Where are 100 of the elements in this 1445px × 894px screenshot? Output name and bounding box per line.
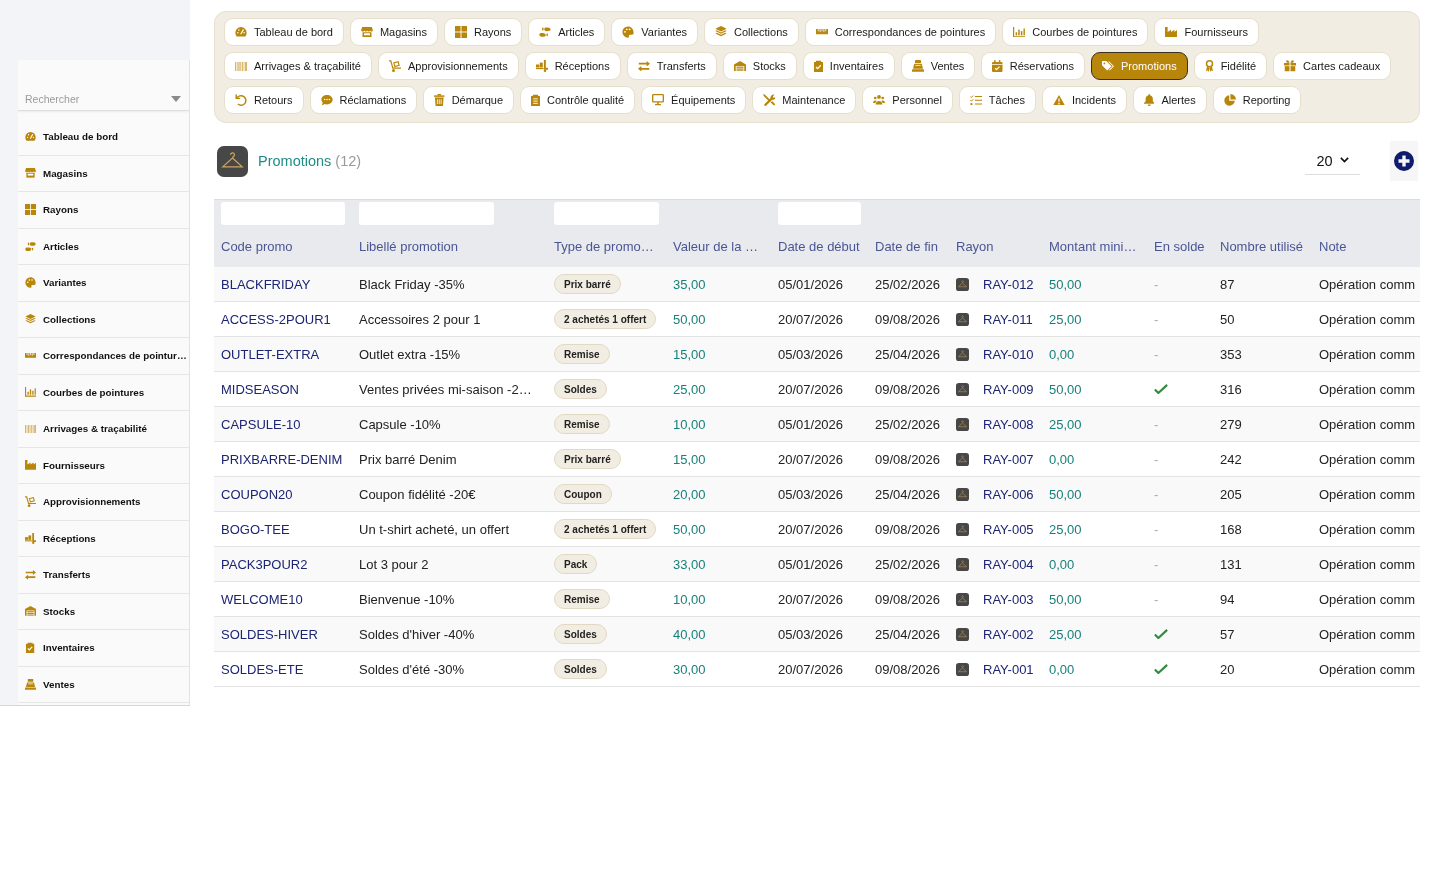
nav-tab[interactable]: Réceptions (524, 52, 621, 80)
table-cell: 25,00 (1049, 416, 1082, 432)
column-header[interactable]: Nombre utilisé (1220, 239, 1304, 254)
nav-tab[interactable]: Cartes cadeaux (1273, 52, 1392, 80)
rayon-link[interactable]: RAY-003 (983, 591, 1034, 607)
rayon-link[interactable]: RAY-006 (983, 486, 1034, 502)
add-button[interactable] (1390, 141, 1418, 181)
sidebar-item[interactable]: Rayons (18, 192, 189, 229)
promo-code-link[interactable]: CAPSULE-10 (221, 416, 301, 432)
sidebar-item[interactable]: Correspondances de pointur… (18, 338, 189, 375)
table-cell: Coupon fidélité -20€ (359, 486, 476, 502)
column-header[interactable]: En solde (1154, 239, 1205, 254)
nav-tab[interactable]: Courbes de pointures (1002, 18, 1149, 46)
column-header[interactable]: Libellé promotion (359, 239, 458, 254)
bar-chart-icon (25, 387, 36, 398)
nav-tab[interactable]: Variantes (611, 18, 698, 46)
sidebar-item[interactable]: Réceptions (18, 520, 189, 557)
gift-icon (1284, 60, 1297, 72)
page-size-select[interactable]: 20 (1305, 147, 1360, 175)
table-cell: 05/03/2026 (778, 346, 844, 362)
nav-tab[interactable]: Magasins (349, 18, 438, 46)
table-cell: 25/04/2026 (875, 346, 941, 362)
nav-tab[interactable]: Alertes (1132, 86, 1207, 114)
column-header[interactable]: Code promo (221, 239, 293, 254)
nav-tab[interactable]: Fidélité (1193, 52, 1268, 80)
nav-tab[interactable]: Tableau de bord (224, 18, 344, 46)
nav-tab[interactable]: Démarque (423, 86, 515, 114)
nav-tab[interactable]: Arrivages & traçabilité (224, 52, 372, 80)
table-cell: 25/04/2026 (875, 626, 941, 642)
nav-tab[interactable]: Personnel (862, 86, 953, 114)
nav-tab[interactable]: Correspondances de pointures (804, 18, 997, 46)
sidebar-item[interactable]: Tableau de bord (18, 119, 189, 156)
nav-tab[interactable]: Approvisionnements (378, 52, 519, 80)
nav-tab[interactable]: Transferts (626, 52, 717, 80)
rayon-link[interactable]: RAY-012 (983, 276, 1034, 292)
sidebar-item[interactable]: Magasins (18, 155, 189, 192)
rayon-link[interactable]: RAY-009 (983, 381, 1034, 397)
table-cell: 10,00 (673, 591, 706, 607)
sidebar-item[interactable]: Courbes de pointures (18, 374, 189, 411)
rayon-link[interactable]: RAY-008 (983, 416, 1034, 432)
nav-tab[interactable]: Articles (528, 18, 606, 46)
promo-code-link[interactable]: ACCESS-2POUR1 (221, 311, 331, 327)
sidebar-item[interactable]: Collections (18, 301, 189, 338)
search-field[interactable]: Rechercher (25, 93, 167, 105)
nav-tab[interactable]: Rayons (444, 18, 523, 46)
nav-tab[interactable]: Inventaires (802, 52, 895, 80)
rayon-link[interactable]: RAY-001 (983, 661, 1034, 677)
sidebar-item[interactable]: Variantes (18, 265, 189, 302)
nav-tab[interactable]: Contrôle qualité (520, 86, 636, 114)
promo-code-link[interactable]: BOGO-TEE (221, 521, 290, 537)
nav-tab[interactable]: Reporting (1212, 86, 1302, 114)
grid-icon (455, 26, 467, 38)
column-header[interactable]: Date de fin (875, 239, 938, 254)
nav-tab[interactable]: Maintenance (752, 86, 857, 114)
column-header[interactable]: Rayon (956, 239, 994, 254)
nav-tab[interactable]: Ventes (900, 52, 976, 80)
table-cell: 0,00 (1049, 451, 1075, 467)
sidebar-item[interactable]: Articles (18, 228, 189, 265)
promo-code-link[interactable]: SOLDES-ETE (221, 661, 304, 677)
sidebar-item[interactable]: Stocks (18, 593, 189, 630)
nav-tab[interactable]: Incidents (1041, 86, 1127, 114)
promo-code-link[interactable]: OUTLET-EXTRA (221, 346, 320, 362)
sidebar-item[interactable]: Fournisseurs (18, 447, 189, 484)
rayon-link[interactable]: RAY-002 (983, 626, 1034, 642)
boxes-dolly-icon (25, 532, 36, 544)
promo-code-link[interactable]: PRIXBARRE-DENIM (221, 451, 343, 467)
table-cell: Opération comm (1319, 346, 1416, 362)
column-header[interactable]: Date de début (778, 239, 860, 254)
nav-tab[interactable]: Stocks (722, 52, 797, 80)
column-header[interactable]: Type de promo… (554, 239, 654, 254)
promo-code-link[interactable]: PACK3POUR2 (221, 556, 308, 572)
promo-code-link[interactable]: SOLDES-HIVER (221, 626, 318, 642)
rayon-link[interactable]: RAY-010 (983, 346, 1034, 362)
nav-tab[interactable]: Tâches (958, 86, 1036, 114)
hanger-icon (956, 312, 969, 326)
sidebar-item[interactable]: Ventes (18, 666, 189, 703)
promo-code-link[interactable]: COUPON20 (221, 486, 293, 502)
nav-tab[interactable]: Collections (704, 18, 799, 46)
column-header[interactable]: Note (1319, 239, 1347, 254)
table-cell: - (1154, 416, 1159, 432)
nav-tab[interactable]: Retours (224, 86, 304, 114)
sidebar-item[interactable]: Inventaires (18, 630, 189, 667)
rayon-link[interactable]: RAY-007 (983, 451, 1034, 467)
sidebar-item[interactable]: Arrivages & traçabilité (18, 411, 189, 448)
nav-tab[interactable]: Réservations (981, 52, 1085, 80)
nav-tab[interactable]: Fournisseurs (1154, 18, 1259, 46)
sidebar-item[interactable]: Transferts (18, 557, 189, 594)
promo-code-link[interactable]: MIDSEASON (221, 381, 299, 397)
promo-code-link[interactable]: WELCOME10 (221, 591, 303, 607)
promo-type-tag: Coupon (554, 484, 612, 504)
table-cell: 242 (1220, 451, 1242, 467)
rayon-link[interactable]: RAY-011 (983, 311, 1033, 327)
column-header[interactable]: Valeur de la … (673, 239, 759, 254)
nav-tab[interactable]: Réclamations (309, 86, 418, 114)
promo-code-link[interactable]: BLACKFRIDAY (221, 276, 311, 292)
column-header[interactable]: Montant mini… (1049, 239, 1137, 254)
sidebar-item[interactable]: Approvisionnements (18, 484, 189, 521)
rayon-link[interactable]: RAY-004 (983, 556, 1034, 572)
rayon-link[interactable]: RAY-005 (983, 521, 1034, 537)
nav-tab[interactable]: Équipements (641, 86, 747, 114)
